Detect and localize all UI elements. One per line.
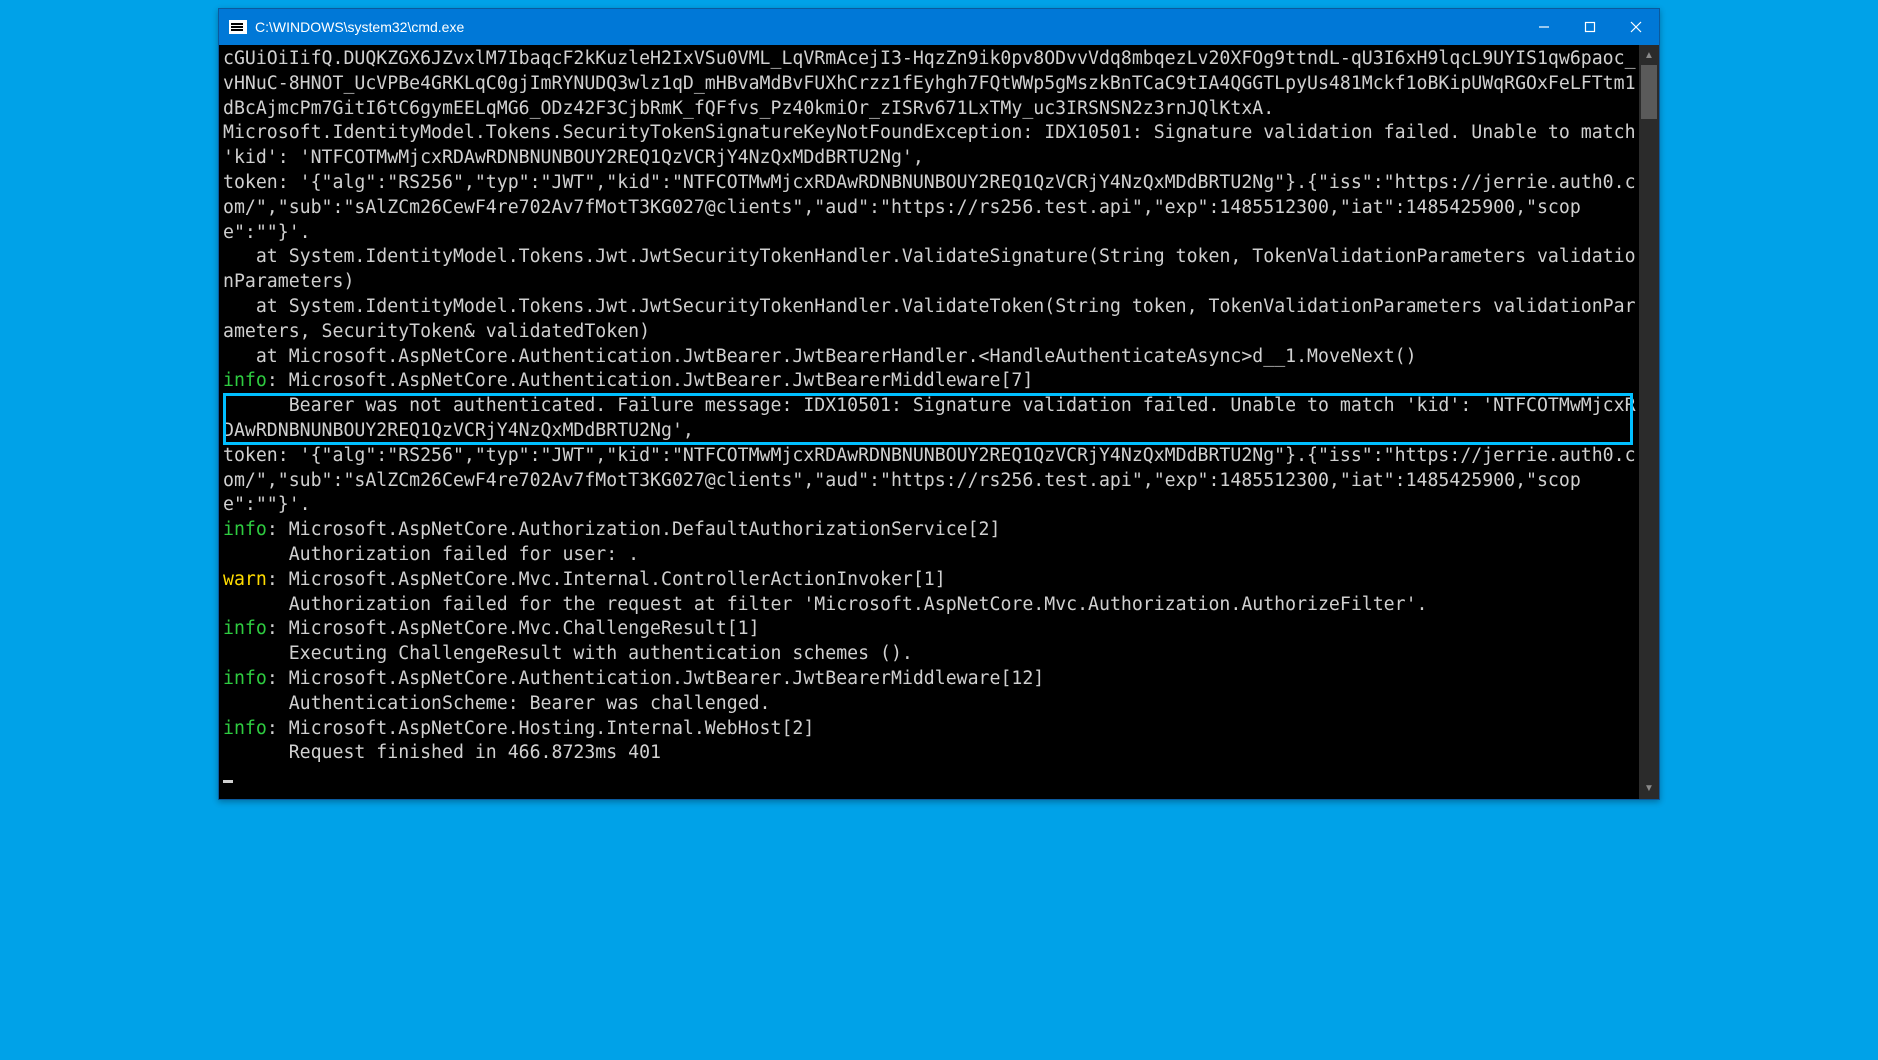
window-title: C:\WINDOWS\system32\cmd.exe (255, 19, 464, 35)
titlebar[interactable]: C:\WINDOWS\system32\cmd.exe (219, 9, 1659, 45)
scroll-down-arrow-icon[interactable]: ▼ (1639, 779, 1659, 799)
log-level-warn: warn (223, 569, 267, 590)
close-button[interactable] (1613, 9, 1659, 45)
cmd-window: C:\WINDOWS\system32\cmd.exe cGUiOiIifQ.D… (218, 8, 1660, 800)
maximize-button[interactable] (1567, 9, 1613, 45)
log-level-info: info (223, 519, 267, 540)
minimize-button[interactable] (1521, 9, 1567, 45)
scroll-up-arrow-icon[interactable]: ▲ (1639, 45, 1659, 65)
vertical-scrollbar[interactable]: ▲ ▼ (1639, 45, 1659, 799)
cursor (223, 780, 233, 783)
client-area: cGUiOiIifQ.DUQKZGX6JZvxlM7IbaqcF2kKuzleH… (219, 45, 1659, 799)
log-level-info: info (223, 718, 267, 739)
cmd-icon (229, 20, 247, 34)
log-level-info: info (223, 618, 267, 639)
log-level-info: info (223, 668, 267, 689)
scroll-thumb[interactable] (1641, 65, 1657, 119)
console-output[interactable]: cGUiOiIifQ.DUQKZGX6JZvxlM7IbaqcF2kKuzleH… (219, 45, 1639, 799)
log-level-info: info (223, 370, 267, 391)
